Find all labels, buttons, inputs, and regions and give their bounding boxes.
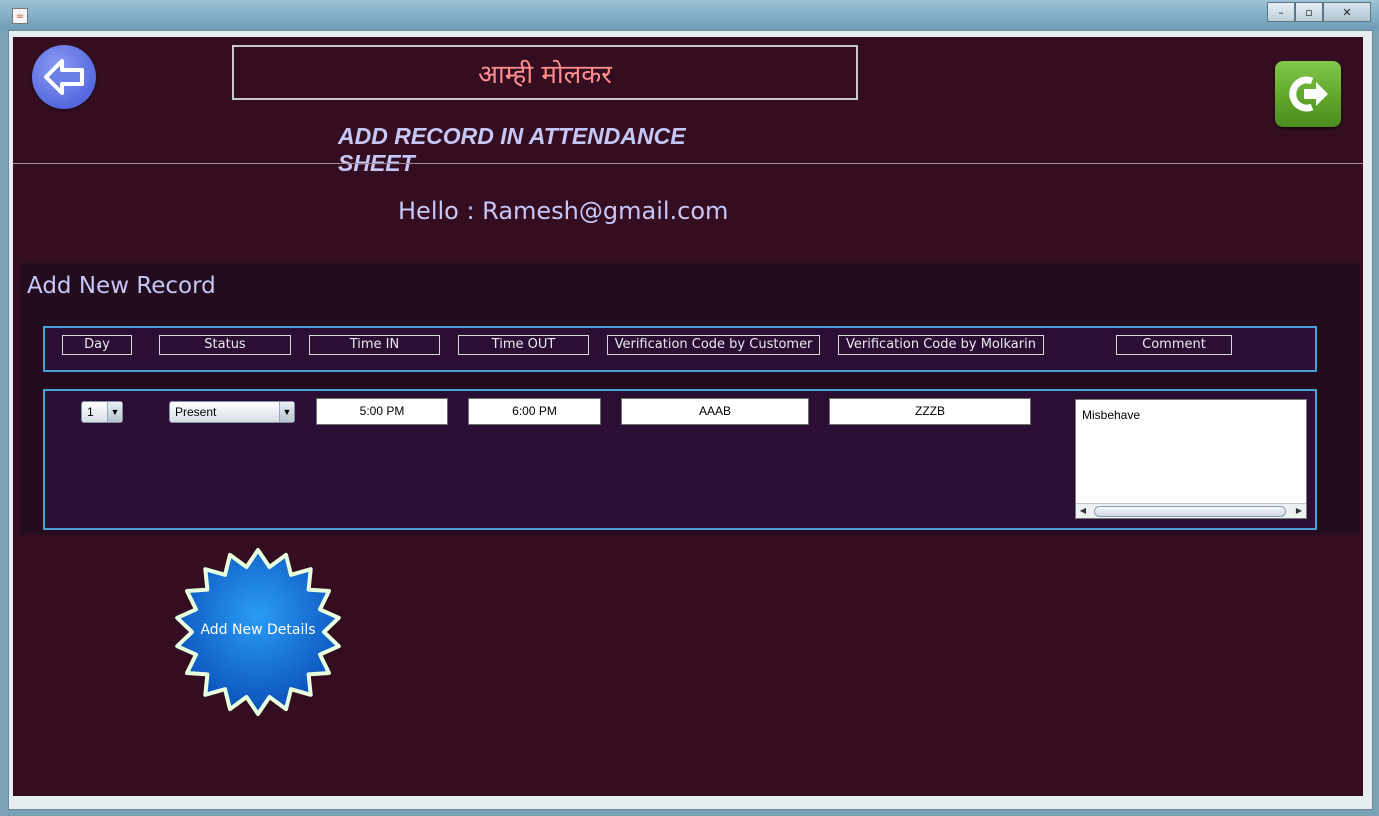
customer-code-input[interactable]: AAAB — [621, 398, 809, 425]
arrow-left-icon — [44, 59, 84, 95]
chevron-down-icon: ▼ — [107, 402, 122, 422]
time-in-input[interactable]: 5:00 PM — [316, 398, 448, 425]
comment-textarea[interactable]: Misbehave ◀ ▶ — [1075, 399, 1307, 519]
comment-text: Misbehave — [1082, 408, 1141, 422]
status-select[interactable]: Present ▼ — [169, 401, 295, 423]
java-icon: ☕ — [12, 8, 28, 24]
header-comment: Comment — [1116, 335, 1232, 355]
close-button[interactable]: ✕ — [1323, 2, 1371, 22]
horizontal-scrollbar[interactable]: ◀ ▶ — [1076, 503, 1306, 518]
logout-icon — [1289, 76, 1328, 112]
app-title-text: आम्ही मोलकर — [478, 59, 612, 90]
minimize-button[interactable]: – — [1267, 2, 1295, 22]
header-time-in: Time IN — [309, 335, 440, 355]
window-controls: – ▫ ✕ — [1267, 2, 1371, 22]
add-record-panel: Add New Record Day Status Time IN Time O… — [20, 263, 1360, 535]
app-title: आम्ही मोलकर — [232, 45, 858, 100]
scroll-right-icon[interactable]: ▶ — [1292, 504, 1306, 518]
header-code-customer: Verification Code by Customer — [607, 335, 820, 355]
user-greeting: Hello : Ramesh@gmail.com — [398, 197, 729, 225]
logout-button[interactable] — [1275, 61, 1341, 127]
back-button[interactable] — [32, 45, 96, 109]
scroll-thumb[interactable] — [1094, 506, 1286, 517]
add-new-details-label: Add New Details — [200, 622, 316, 638]
header-time-out: Time OUT — [458, 335, 589, 355]
header-day: Day — [62, 335, 132, 355]
window-titlebar: ☕ – ▫ ✕ — [0, 0, 1379, 30]
time-out-input[interactable]: 6:00 PM — [468, 398, 601, 425]
column-header-row: Day Status Time IN Time OUT Verification… — [43, 326, 1317, 372]
day-value: 1 — [87, 405, 94, 419]
add-new-details-button[interactable]: Add New Details — [173, 547, 343, 717]
day-select[interactable]: 1 ▼ — [81, 401, 123, 423]
header-divider — [13, 163, 1363, 164]
scroll-left-icon[interactable]: ◀ — [1076, 504, 1090, 518]
chevron-down-icon: ▼ — [279, 402, 294, 422]
page-subtitle: ADD RECORD IN ATTENDANCE SHEET — [338, 123, 686, 176]
main-content: आम्ही मोलकर ADD RECORD IN ATTENDANCE SHE… — [13, 37, 1363, 796]
maximize-button[interactable]: ▫ — [1295, 2, 1323, 22]
molkarin-code-input[interactable]: ZZZB — [829, 398, 1031, 425]
header-status: Status — [159, 335, 291, 355]
status-value: Present — [175, 405, 217, 419]
header-code-molkarin: Verification Code by Molkarin — [838, 335, 1044, 355]
panel-title: Add New Record — [27, 273, 216, 299]
record-entry-row: 1 ▼ Present ▼ 5:00 PM 6:00 PM AAAB ZZZB … — [43, 389, 1317, 530]
